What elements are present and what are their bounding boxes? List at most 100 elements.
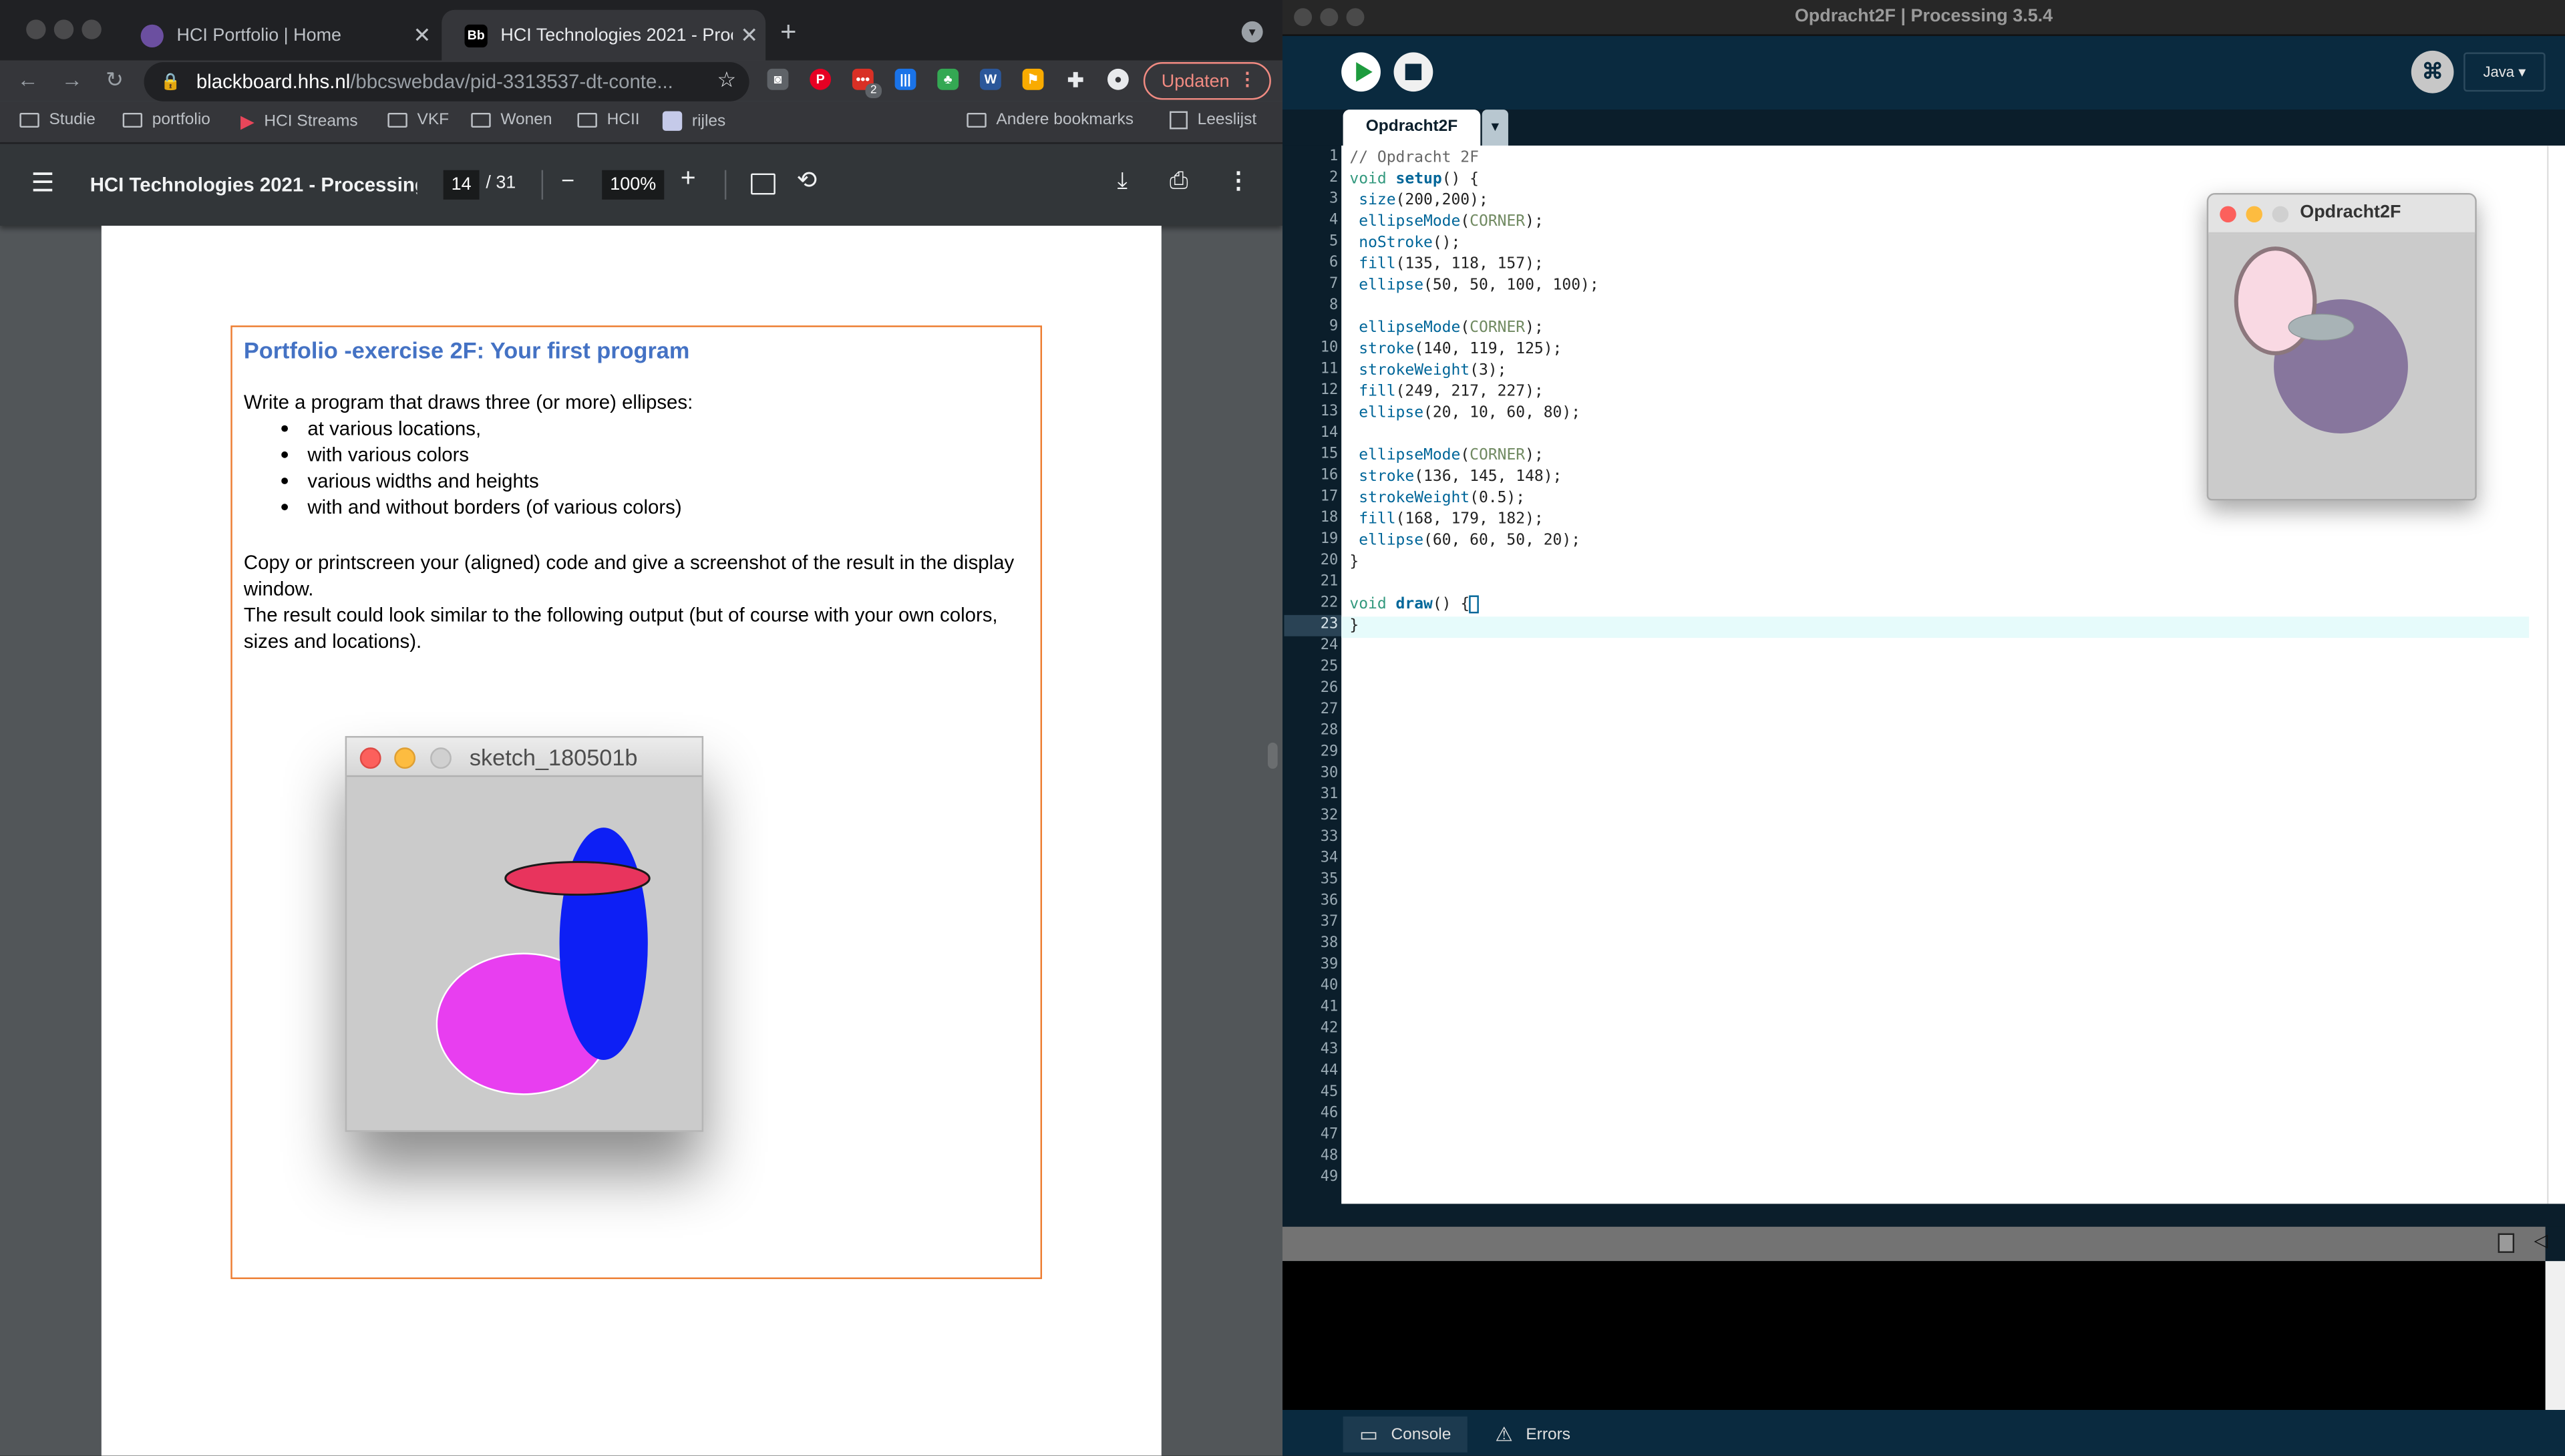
code-line[interactable]: } [1349,551,1359,572]
code-line[interactable]: ellipse(60, 60, 50, 20); [1349,530,1580,551]
window-minimize-button[interactable] [53,19,74,39]
bookmark-portfolio[interactable]: portfolio [122,112,210,129]
sketch-title: sketch_180501b [469,744,638,771]
tab-errors[interactable]: ⚠ Errors [1479,1417,1587,1453]
maximize-dot-icon[interactable] [2272,206,2289,223]
requirement-list: at various locations, with various color… [244,415,682,520]
close-dot-icon [359,747,381,769]
line-number: 42 [1320,1021,1339,1037]
word-extension-icon[interactable]: W [979,68,1001,90]
copy-console-icon[interactable] [2498,1233,2515,1253]
mode-selector[interactable]: Java ▾ [2463,52,2546,92]
address-bar[interactable]: 🔒 blackboard.hhs.nl/bbcswebdav/pid-33135… [144,62,749,102]
bookmark-studie[interactable]: Studie [19,112,96,129]
close-tab-icon[interactable]: ✕ [733,22,765,48]
forward-arrow-icon[interactable]: → [57,67,87,92]
code-line[interactable]: // Opdracht 2F [1349,147,1479,168]
print-icon[interactable]: ⎙ [1170,167,1188,195]
profile-avatar-icon[interactable]: ● [1107,68,1129,90]
zoom-level-input[interactable]: 100% [602,170,665,200]
bookmark-hcii[interactable]: HCII [577,111,640,130]
more-options-icon[interactable]: ⋮ [1227,167,1250,195]
code-line[interactable]: size(200,200); [1349,190,1488,211]
zoom-out-icon[interactable]: − [561,167,574,193]
tab-portfolio[interactable]: HCI Portfolio | Home ✕ [118,10,438,61]
code-line[interactable]: ellipseMode(CORNER); [1349,317,1544,339]
debug-mode-icon[interactable]: ⌘ [2411,50,2454,94]
bookmark-label: HCII [607,111,640,130]
close-dot-icon[interactable] [2220,206,2236,223]
tab-menu-arrow-icon[interactable]: ▼ [1482,110,1508,146]
leaf-extension-icon[interactable]: ♣ [937,68,959,90]
collapse-console-icon[interactable]: ◁ [2534,1230,2548,1251]
tab-console[interactable]: ▭ Console [1343,1416,1468,1453]
line-number: 29 [1320,744,1339,761]
code-line[interactable]: fill(249, 217, 227); [1349,381,1543,403]
rotate-icon[interactable]: ⟲ [797,165,818,195]
code-line[interactable]: void setup() { [1349,168,1479,190]
kebab-menu-icon[interactable]: ⋮ [1238,69,1256,89]
flag-extension-icon[interactable]: ⚑ [1022,68,1044,90]
bookmark-leeslijst[interactable]: Leeslijst [1170,111,1256,130]
code-line[interactable]: strokeWeight(0.5); [1349,488,1525,509]
bookmark-andere-bookmarks[interactable]: Andere bookmarks [967,112,1134,129]
exercise-heading: Portfolio -exercise 2F: Your first progr… [243,337,690,363]
bookmark-star-icon[interactable]: ☆ [717,67,736,93]
bookmarks-bar: Studie portfolio ▶ HCI Streams VKF Wonen … [0,101,1283,144]
update-button[interactable]: Updaten ⋮ [1143,62,1271,100]
camera-extension-icon[interactable]: ◙ [767,68,789,90]
bookmark-hci-streams[interactable]: ▶ HCI Streams [240,112,358,132]
tab-opdracht2f[interactable]: Opdracht2F [1343,110,1481,146]
code-line[interactable]: strokeWeight(3); [1349,360,1506,381]
code-line[interactable]: stroke(136, 145, 148); [1349,466,1562,488]
code-line[interactable]: stroke(140, 119, 125); [1349,339,1562,360]
editor-scrollbar[interactable] [2547,145,2565,1204]
ruler-extension-icon[interactable]: ||| [894,68,916,90]
download-icon[interactable]: ⤓ [1118,167,1128,195]
pinterest-extension-icon[interactable]: P [810,68,832,90]
bookmark-wonen[interactable]: Wonen [471,112,552,129]
code-line[interactable]: ellipse(50, 50, 100, 100); [1349,275,1598,296]
back-arrow-icon[interactable]: ← [13,67,43,92]
new-tab-button[interactable]: + [780,16,796,49]
console-icon: ▭ [1359,1423,1378,1446]
console-output[interactable] [1282,1261,2546,1411]
tab-hci-technologies[interactable]: Bb HCI Technologies 2021 - Proce ✕ [442,9,766,61]
line-number: 34 [1320,850,1339,867]
code-line[interactable]: void draw() { [1349,594,1479,615]
line-number: 49 [1320,1169,1339,1186]
processing-window: Opdracht2F | Processing 3.5.4 ⌘ Java ▾ O… [1282,0,2565,1456]
sketch-output-window[interactable]: Opdracht2F [2206,192,2477,501]
close-tab-icon[interactable]: ✕ [405,22,438,48]
page-number-input[interactable]: 14 [443,170,480,200]
lock-icon: 🔒 [160,72,181,91]
bookmark-vkf[interactable]: VKF [387,112,449,129]
code-line[interactable]: } [1349,615,1359,636]
zoom-in-icon[interactable]: + [681,165,696,194]
code-line[interactable]: fill(168, 179, 182); [1349,509,1543,530]
folder-icon [577,112,597,128]
code-line[interactable]: fill(135, 118, 157); [1349,254,1543,275]
window-maximize-button[interactable] [81,19,102,39]
sketch-output-titlebar: Opdracht2F [2208,194,2475,234]
line-number: 48 [1320,1148,1339,1165]
list-item: with and without borders (of various col… [244,494,682,520]
split-resize-handle[interactable] [1267,742,1278,769]
exercise-intro: Write a program that draws three (or mor… [243,391,693,414]
fit-to-page-icon[interactable] [751,173,776,195]
stop-button[interactable] [1393,52,1433,92]
update-button-label: Updaten [1161,71,1230,91]
code-line[interactable]: ellipseMode(CORNER); [1349,211,1544,232]
bookmark-rijles[interactable]: rijles [662,111,725,131]
window-close-button[interactable] [26,19,46,39]
tab-search-icon[interactable]: ▾ [1241,21,1263,43]
hamburger-menu-icon[interactable]: ☰ [31,167,55,200]
minimize-dot-icon[interactable] [2246,206,2262,223]
code-line[interactable]: ellipse(20, 10, 60, 80); [1349,402,1580,423]
puzzle-extensions-icon[interactable]: ✚ [1065,68,1086,91]
code-line[interactable]: noStroke(); [1349,232,1460,254]
code-line[interactable]: ellipseMode(CORNER); [1349,445,1544,466]
reload-icon[interactable]: ↻ [100,67,129,93]
console-scrollbar[interactable] [2545,1261,2565,1411]
run-button[interactable] [1341,52,1381,92]
